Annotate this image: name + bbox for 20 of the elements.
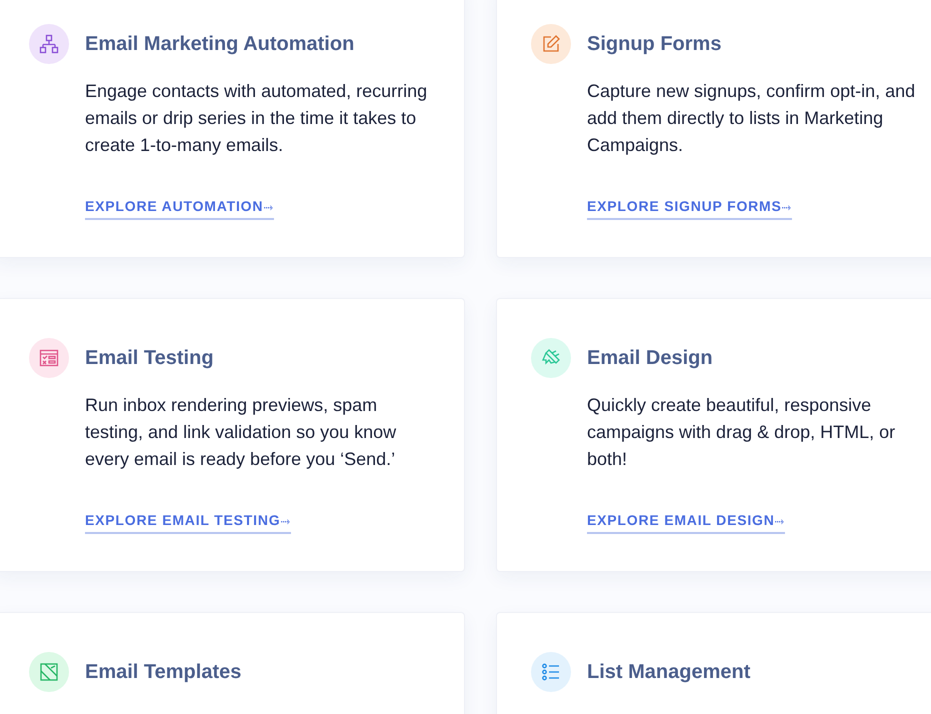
explore-link[interactable]: EXPLORE AUTOMATION⤑ xyxy=(85,198,274,220)
card-description: Engage contacts with automated, recurring emails or drip series in the time it takes to create 1-to-many emails. xyxy=(85,80,428,157)
image-icon xyxy=(29,652,69,692)
explore-link[interactable]: EXPLORE EMAIL TESTING⤑ xyxy=(85,512,292,534)
card-title: Email Templates xyxy=(85,660,242,684)
explore-link[interactable]: EXPLORE SIGNUP FORMS⤑ xyxy=(587,198,792,220)
paint-brush-icon xyxy=(531,338,571,378)
card-title: List Management xyxy=(587,660,750,684)
card-title: Email Marketing Automation xyxy=(85,32,354,56)
explore-link[interactable]: EXPLORE EMAIL DESIGN⤑ xyxy=(587,512,786,534)
edit-icon xyxy=(531,24,571,64)
card-description: Quickly create beautiful, responsive campaigns with drag & drop, HTML, or both! xyxy=(587,394,896,471)
card-title: Email Design xyxy=(587,346,713,370)
hierarchy-icon xyxy=(29,24,69,64)
list-icon xyxy=(531,652,571,692)
checklist-icon xyxy=(29,338,69,378)
card-title: Signup Forms xyxy=(587,32,722,56)
card-description: Run inbox rendering previews, spam testing, and link validation so you know every email is ready before you ‘Send.’ xyxy=(85,394,398,471)
card-description: Capture new signups, confirm opt-in, and add them directly to lists in Marketing Campaigns. xyxy=(587,80,916,157)
card-title: Email Testing xyxy=(85,346,214,370)
